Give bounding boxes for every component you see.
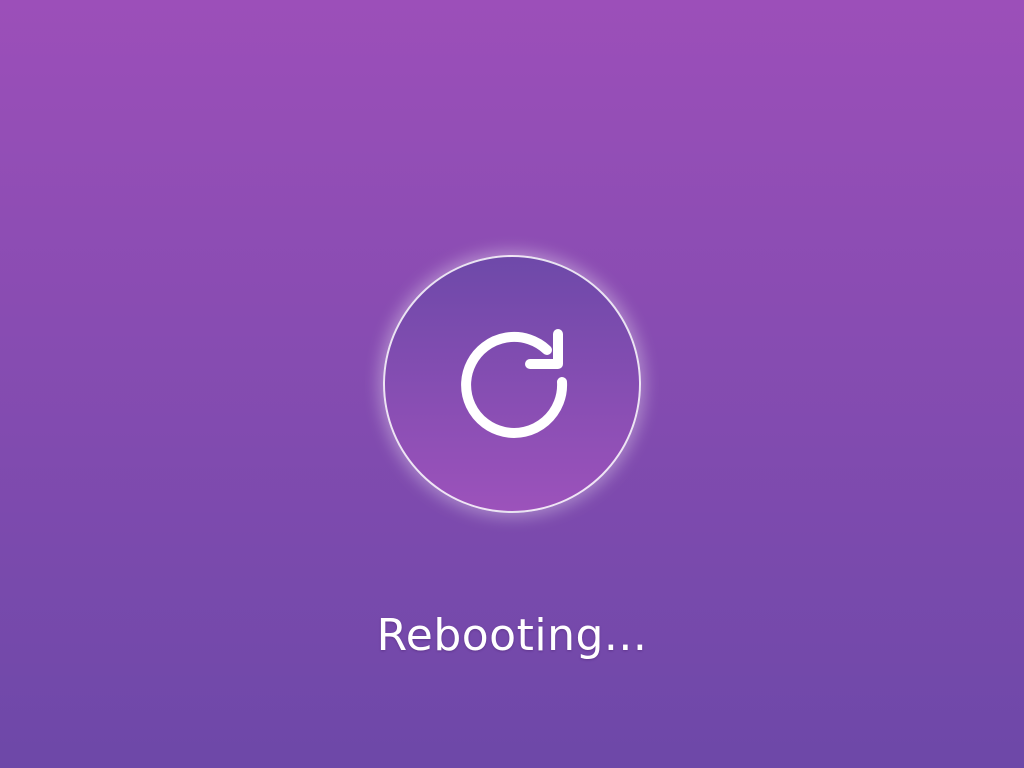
refresh-icon	[461, 329, 568, 438]
reboot-screen: Rebooting...	[0, 0, 1024, 768]
status-message: Rebooting...	[376, 610, 648, 661]
